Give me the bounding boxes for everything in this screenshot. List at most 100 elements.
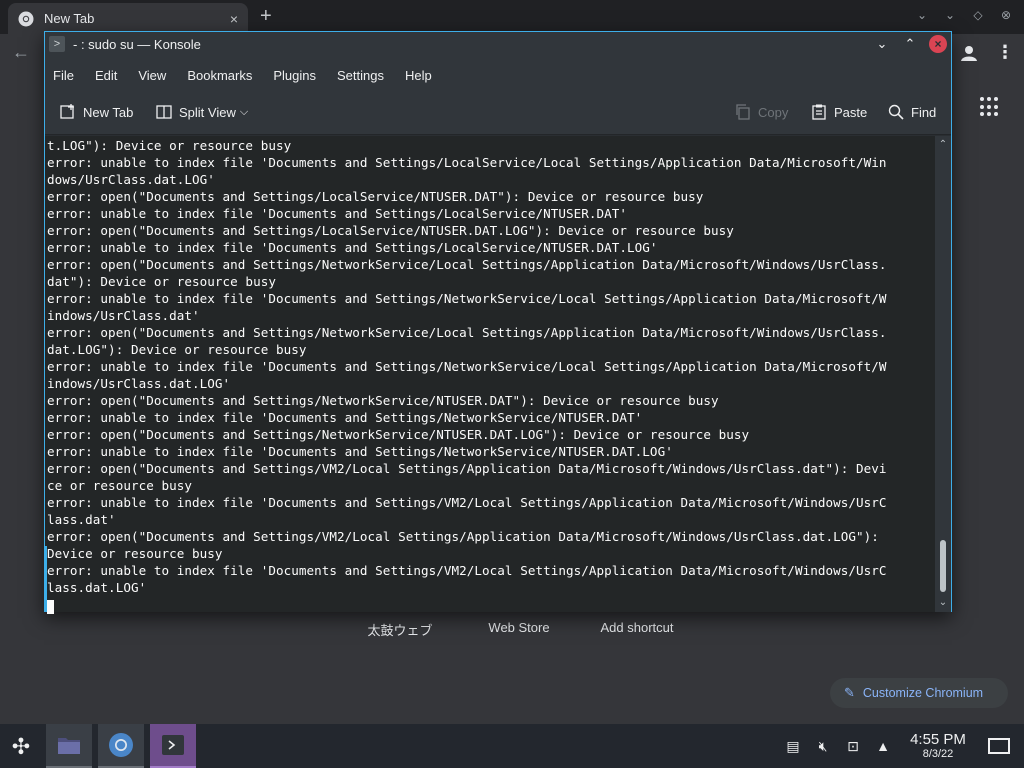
minimize-icon[interactable]: ⌄ [942,8,958,22]
terminal-line: error: open("Documents and Settings/Netw… [47,393,719,408]
terminal-line: error: open("Documents and Settings/Netw… [47,325,887,340]
application-launcher-icon[interactable]: ✣ [6,732,36,762]
terminal-line: lass.dat' [47,512,116,527]
terminal-line: dat"): Device or resource busy [47,274,276,289]
file-manager-icon [58,738,80,754]
tab-close-icon[interactable]: × [230,11,238,27]
command-marker [45,546,47,612]
back-button[interactable]: ← [12,42,30,63]
taskbar-konsole[interactable] [150,724,196,768]
taskbar: ✣ ▤ 🔇︎ ⊡ ▲ 4:55 PM 8/3/22 [0,724,1024,768]
konsole-menubar: File Edit View Bookmarks Plugins Setting… [45,58,951,92]
terminal-line: error: open("Documents and Settings/Loca… [47,189,704,204]
terminal-line: lass.dat.LOG' [47,580,147,595]
chevron-down-icon[interactable]: ⌵ [240,106,248,119]
prompt-line [47,596,935,614]
menu-plugins[interactable]: Plugins [273,68,316,83]
new-tab-icon [60,104,74,119]
close-window-icon[interactable]: ⊗ [998,8,1014,22]
terminal-line: error: unable to index file 'Documents a… [47,563,887,578]
profile-icon[interactable] [958,42,980,64]
terminal-line: error: unable to index file 'Documents a… [47,495,887,510]
tab-new-tab[interactable]: New Tab × [8,3,248,34]
terminal-line: error: open("Documents and Settings/VM2/… [47,461,887,476]
new-tab-button[interactable]: + [260,6,272,26]
terminal-line: dat.LOG"): Device or resource busy [47,342,307,357]
pencil-icon: ✎ [844,685,855,700]
clipboard-icon[interactable]: ▤ [778,738,808,755]
taskbar-chromium[interactable] [98,724,144,768]
menu-file[interactable]: File [53,68,74,83]
konsole-icon [162,735,184,755]
scrollbar-thumb[interactable] [940,540,946,592]
tab-title: New Tab [44,11,95,26]
tab-search-icon[interactable]: ⌄ [914,8,930,22]
google-apps-icon[interactable] [980,97,1000,117]
customize-chromium-button[interactable]: ✎ Customize Chromium [830,678,1008,708]
digital-clock[interactable]: 4:55 PM 8/3/22 [898,731,978,761]
paste-button[interactable]: Paste [810,103,867,121]
terminal-line: error: open("Documents and Settings/Loca… [47,223,734,238]
terminal-line: ce or resource busy [47,478,193,493]
minimize-icon[interactable]: ⌄ [873,35,891,53]
split-view-button[interactable]: Split View ⌵ [155,103,248,121]
maximize-icon[interactable]: ⌃ [901,35,919,53]
paste-label: Paste [834,104,868,120]
terminal-line: Device or resource busy [47,546,223,561]
terminal-line: error: open("Documents and Settings/Netw… [47,257,887,272]
clock-date: 8/3/22 [922,748,954,760]
volume-muted-icon[interactable]: 🔇︎ [808,738,838,755]
terminal-line: t.LOG"): Device or resource busy [47,138,292,153]
menu-view[interactable]: View [138,68,166,83]
terminal-line: error: unable to index file 'Documents a… [47,291,887,306]
show-desktop-icon[interactable] [988,738,1010,754]
copy-label: Copy [758,104,789,120]
clock-time: 4:55 PM [910,731,966,748]
split-view-icon [156,105,172,119]
konsole-toolbar: New Tab Split View ⌵ Copy Paste Find [45,92,951,135]
terminal-line: error: unable to index file 'Documents a… [47,206,628,221]
customize-label: Customize Chromium [862,686,984,700]
copy-icon [736,104,750,120]
terminal-line: error: unable to index file 'Documents a… [47,359,887,374]
terminal-line: error: unable to index file 'Documents a… [47,444,673,459]
scroll-down-icon[interactable]: ⌄ [937,597,949,609]
browser-menu-button[interactable]: ⋮ [996,42,1014,63]
terminal-output[interactable]: t.LOG"): Device or resource busy error: … [45,136,935,614]
menu-bookmarks[interactable]: Bookmarks [187,68,252,83]
terminal-line: indows/UsrClass.dat' [47,308,200,323]
copy-button[interactable]: Copy [734,103,788,121]
close-icon[interactable]: × [929,35,947,53]
new-tab-label: New Tab [83,104,134,120]
chromium-icon [109,733,133,757]
restore-icon[interactable]: ◇ [970,8,986,22]
terminal-scrollbar[interactable]: ⌃ ⌄ [935,136,951,612]
expand-tray-icon[interactable]: ▲ [868,738,898,754]
find-button[interactable]: Find [887,103,936,121]
konsole-app-icon[interactable]: > [49,36,65,52]
shortcut-web-store[interactable]: Web Store [460,620,578,639]
menu-settings[interactable]: Settings [337,68,384,83]
new-tab-button[interactable]: New Tab [59,103,133,121]
terminal-line: error: unable to index file 'Documents a… [47,410,643,425]
konsole-window: > - : sudo su — Konsole ⌄ ⌃ × File Edit … [44,31,952,614]
taskbar-file-manager[interactable] [46,724,92,768]
split-view-label: Split View [179,104,236,120]
terminal-line: indows/UsrClass.dat.LOG' [47,376,231,391]
terminal-line: error: unable to index file 'Documents a… [47,240,658,255]
search-icon [888,104,904,120]
terminal-line: error: open("Documents and Settings/VM2/… [47,529,879,544]
shortcut-tiles: 太鼓ウェブ Web Store Add shortcut [340,620,696,639]
network-icon[interactable]: ⊡ [838,738,868,755]
shortcut-add[interactable]: Add shortcut [578,620,696,639]
window-controls: ⌄ ⌄ ◇ ⊗ [914,8,1014,22]
konsole-titlebar[interactable]: > - : sudo su — Konsole ⌄ ⌃ × [45,32,951,58]
system-tray: ▤ 🔇︎ ⊡ ▲ 4:55 PM 8/3/22 [778,724,1024,768]
shortcut-taiko[interactable]: 太鼓ウェブ [340,620,460,639]
terminal-line: error: open("Documents and Settings/Netw… [47,427,750,442]
menu-help[interactable]: Help [405,68,432,83]
menu-edit[interactable]: Edit [95,68,117,83]
scroll-up-icon[interactable]: ⌃ [937,139,949,151]
terminal-line: error: unable to index file 'Documents a… [47,155,887,170]
window-title: - : sudo su — Konsole [73,37,201,52]
